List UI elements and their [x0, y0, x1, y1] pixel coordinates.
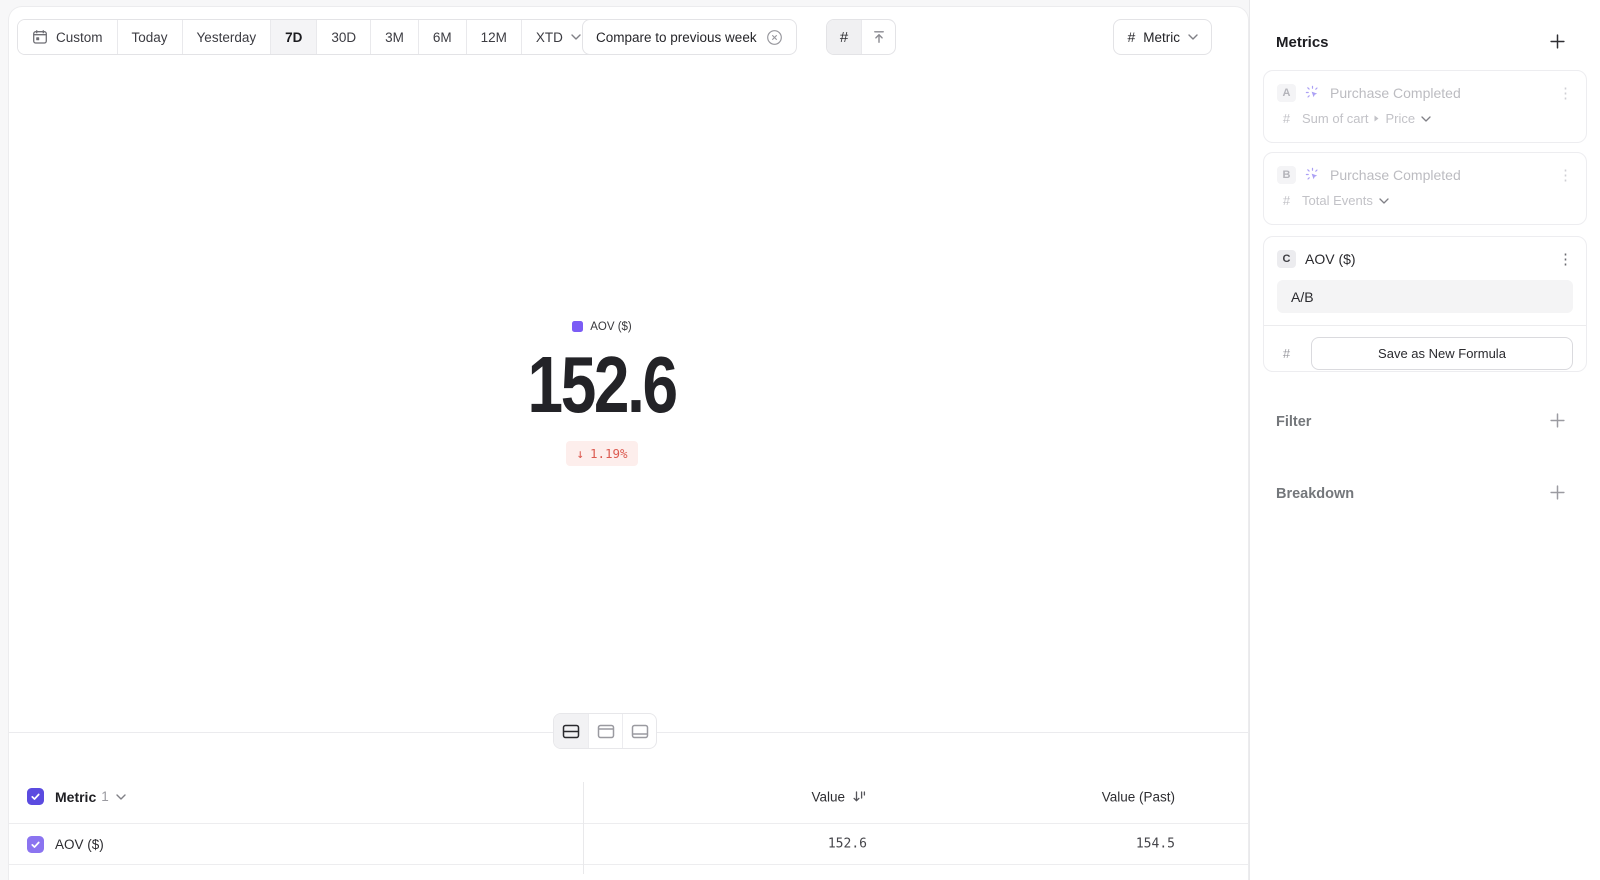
row-value: 152.6	[828, 837, 867, 852]
kebab-menu-icon[interactable]: ⋮	[1558, 252, 1573, 267]
row-metric-name: AOV ($)	[55, 837, 104, 852]
table-row: AOV ($) 152.6 154.5	[9, 824, 1248, 865]
value-past-column-header[interactable]: Value (Past)	[1102, 789, 1175, 804]
breakdown-section-title: Breakdown	[1276, 486, 1354, 502]
event-sparkle-cursor-icon	[1305, 167, 1321, 183]
date-range-today[interactable]: Today	[118, 20, 183, 54]
metric-event-name: Purchase Completed	[1330, 167, 1549, 183]
arrow-to-top-icon	[871, 29, 887, 45]
layout-bottom-icon	[631, 724, 649, 739]
aggregation-dropdown[interactable]: Total Events	[1302, 193, 1389, 208]
numeric-type-icon: #	[1277, 111, 1296, 126]
table-header-row: Metric 1 Value Value (Past)	[9, 770, 1248, 824]
date-range-custom[interactable]: Custom	[18, 20, 118, 54]
add-filter-button[interactable]	[1549, 412, 1566, 429]
date-range-3m[interactable]: 3M	[371, 20, 419, 54]
kpi-change-value: 1.19%	[590, 446, 628, 461]
select-all-checkbox[interactable]	[27, 788, 44, 805]
layout-toggle-group	[553, 713, 657, 749]
chevron-down-icon	[571, 34, 581, 40]
caret-right-icon	[1374, 115, 1379, 122]
date-range-7d[interactable]: 7D	[271, 20, 317, 54]
value-format-toggle: #	[826, 19, 896, 55]
add-metric-button[interactable]	[1549, 33, 1566, 50]
date-range-6m[interactable]: 6M	[419, 20, 467, 54]
numeric-type-icon: #	[1277, 346, 1296, 361]
value-column-header[interactable]: Value	[811, 789, 867, 804]
chevron-down-icon	[1379, 198, 1389, 204]
plus-icon	[1549, 484, 1566, 501]
metric-card-c-formula[interactable]: C AOV ($) ⋮ A/B # Save as New Formula	[1263, 236, 1587, 372]
layout-split-icon	[562, 724, 580, 739]
row-checkbox[interactable]	[27, 836, 44, 853]
table-column-divider	[583, 782, 584, 874]
date-range-yesterday[interactable]: Yesterday	[183, 20, 272, 54]
hash-icon: #	[840, 29, 848, 46]
metric-badge: A	[1277, 84, 1296, 102]
metric-count: 1	[101, 789, 109, 804]
metric-badge: B	[1277, 166, 1296, 184]
metric-event-name: Purchase Completed	[1330, 85, 1549, 101]
metric-card-b[interactable]: B Purchase Completed ⋮ # Total Events	[1263, 152, 1587, 225]
layout-chart-button[interactable]	[588, 714, 622, 748]
event-sparkle-cursor-icon	[1305, 85, 1321, 101]
metric-type-dropdown[interactable]: # Metric	[1113, 19, 1212, 55]
report-canvas: Custom Today Yesterday 7D 30D 3M 6M 12M …	[8, 6, 1249, 880]
date-range-12m[interactable]: 12M	[467, 20, 522, 54]
check-icon	[30, 791, 41, 802]
compare-chip-label: Compare to previous week	[596, 30, 757, 45]
number-format-button[interactable]: #	[827, 20, 861, 54]
kebab-menu-icon[interactable]: ⋮	[1558, 168, 1573, 183]
numeric-type-icon: #	[1277, 193, 1296, 208]
legend-label: AOV ($)	[590, 321, 632, 333]
metric-card-a[interactable]: A Purchase Completed ⋮ # Sum of cart Pri…	[1263, 70, 1587, 143]
kebab-menu-icon[interactable]: ⋮	[1558, 86, 1573, 101]
aggregation-dropdown[interactable]: Sum of cart Price	[1302, 111, 1431, 126]
chevron-down-icon	[1421, 116, 1431, 122]
legend-swatch	[572, 321, 583, 332]
formula-metric-name: AOV ($)	[1305, 251, 1549, 267]
calendar-icon	[32, 29, 48, 45]
arrow-down-icon: ↓	[576, 446, 584, 461]
date-range-30d[interactable]: 30D	[317, 20, 371, 54]
hash-icon: #	[1127, 29, 1135, 45]
formula-input[interactable]: A/B	[1277, 280, 1573, 313]
layout-top-icon	[597, 724, 615, 739]
plus-icon	[1549, 33, 1566, 50]
kpi-value: 152.6	[9, 345, 1195, 425]
dismiss-circle-icon[interactable]	[766, 29, 783, 46]
add-breakdown-button[interactable]	[1549, 484, 1566, 501]
sort-descending-icon[interactable]	[852, 790, 867, 804]
date-range-group: Custom Today Yesterday 7D 30D 3M 6M 12M …	[17, 19, 596, 55]
layout-split-button[interactable]	[554, 714, 588, 748]
chevron-down-icon[interactable]	[116, 794, 126, 800]
compare-chip[interactable]: Compare to previous week	[582, 19, 797, 55]
plus-icon	[1549, 412, 1566, 429]
check-icon	[30, 839, 41, 850]
query-builder-sidebar: Metrics A Purchase Completed ⋮ # Sum of …	[1249, 0, 1600, 880]
metric-column-header[interactable]: Metric	[55, 789, 96, 805]
card-divider	[1264, 325, 1586, 326]
chevron-down-icon	[1188, 34, 1198, 40]
kpi-block: AOV ($) 152.6 ↓ 1.19%	[9, 319, 1195, 466]
metric-badge: C	[1277, 250, 1296, 268]
row-value-past: 154.5	[1136, 837, 1175, 852]
kpi-change-badge: ↓ 1.19%	[566, 441, 637, 466]
date-range-label: Custom	[56, 30, 103, 45]
metrics-section-title: Metrics	[1276, 34, 1329, 51]
layout-table-button[interactable]	[622, 714, 656, 748]
filter-section-title: Filter	[1276, 414, 1311, 430]
metric-dropdown-label: Metric	[1143, 30, 1180, 45]
legend-item-aov[interactable]: AOV ($)	[572, 321, 632, 333]
cumulative-format-button[interactable]	[861, 20, 895, 54]
save-as-new-formula-button[interactable]: Save as New Formula	[1311, 337, 1573, 370]
